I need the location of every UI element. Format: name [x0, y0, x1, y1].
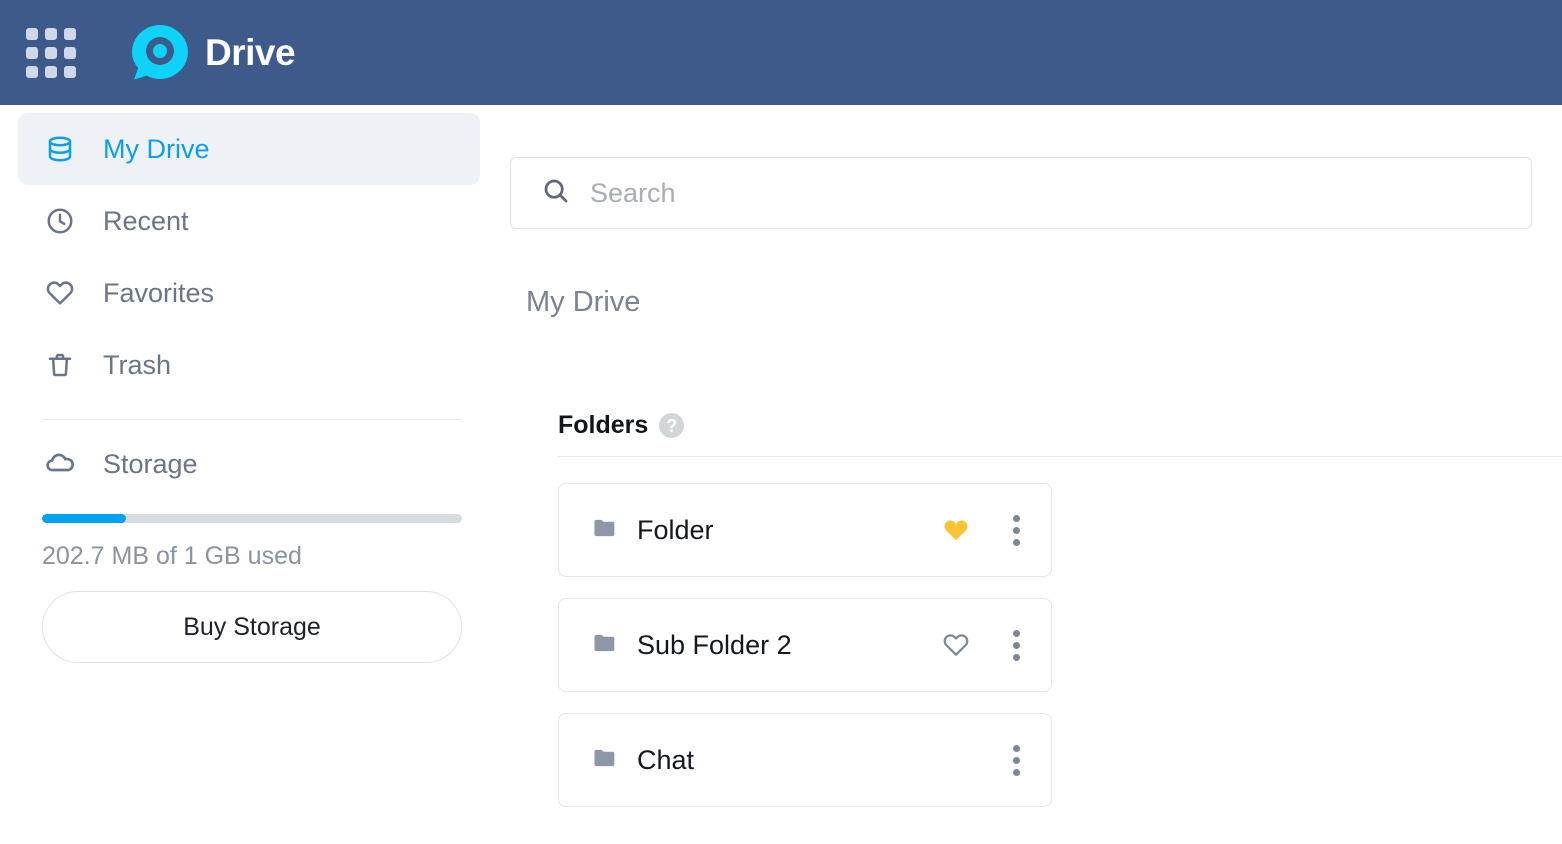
database-icon: [44, 133, 76, 165]
heart-icon: [44, 277, 76, 309]
search-bar[interactable]: [510, 157, 1532, 229]
kebab-dot: [1012, 756, 1020, 764]
grid-dot: [45, 46, 57, 59]
kebab-menu-icon[interactable]: [1003, 743, 1029, 777]
storage-label: Storage: [103, 448, 198, 479]
sidebar-item-label: Favorites: [103, 277, 215, 308]
cloud-icon: [44, 448, 76, 480]
sidebar-item-label: Trash: [103, 349, 172, 380]
sidebar-item-label: Recent: [103, 205, 189, 236]
folder-icon: [591, 514, 619, 547]
grid-dot: [26, 27, 38, 40]
breadcrumb[interactable]: My Drive: [526, 288, 640, 317]
folder-card[interactable]: Folder: [558, 483, 1052, 577]
main-content: My Drive Folders ? Folder: [504, 105, 1562, 844]
kebab-menu-icon[interactable]: [1003, 513, 1029, 547]
sidebar: My Drive Recent Favorites Trash Storage …: [0, 105, 504, 663]
section-title: Folders: [558, 411, 649, 439]
app-title: Drive: [205, 32, 296, 73]
folder-card[interactable]: Chat: [558, 713, 1052, 807]
app-header: Drive: [0, 0, 1562, 105]
kebab-dot: [1012, 629, 1020, 637]
grid-dot: [64, 65, 76, 78]
kebab-dot: [1012, 768, 1020, 776]
kebab-dot: [1012, 653, 1020, 661]
grid-dot: [26, 65, 38, 78]
kebab-dot: [1012, 538, 1020, 546]
grid-dot: [26, 46, 38, 59]
drive-bubble-logo: [132, 24, 188, 80]
help-question-icon[interactable]: ?: [659, 413, 685, 438]
kebab-dot: [1012, 514, 1020, 522]
search-icon: [541, 176, 571, 211]
apps-grid-icon[interactable]: [26, 27, 76, 78]
kebab-dot: [1012, 744, 1020, 752]
folders-section-header: Folders ?: [558, 413, 1562, 438]
folder-icon: [591, 629, 619, 662]
folder-name: Folder: [637, 516, 714, 544]
storage-usage-text: 202.7 MB of 1 GB used: [42, 542, 302, 570]
sidebar-divider: [42, 419, 462, 420]
sidebar-item-my-drive[interactable]: My Drive: [18, 113, 480, 185]
favorite-heart-icon[interactable]: [939, 628, 973, 662]
clock-icon: [44, 205, 76, 237]
folder-name: Chat: [637, 746, 695, 774]
folder-card[interactable]: Sub Folder 2: [558, 598, 1052, 692]
folders-section: Folders ? Folder Sub Folder 2 Chat: [558, 413, 1562, 807]
kebab-dot: [1012, 641, 1020, 649]
sidebar-item-storage[interactable]: Storage: [18, 428, 480, 500]
kebab-dot: [1012, 526, 1020, 534]
favorite-heart-icon[interactable]: [939, 513, 973, 547]
grid-dot: [64, 27, 76, 40]
trash-icon: [44, 349, 76, 381]
storage-progress-bar: [42, 514, 462, 523]
grid-dot: [64, 46, 76, 59]
sidebar-item-favorites[interactable]: Favorites: [18, 257, 480, 329]
folder-name: Sub Folder 2: [637, 631, 792, 659]
kebab-menu-icon[interactable]: [1003, 628, 1029, 662]
brand[interactable]: Drive: [128, 21, 296, 85]
search-input[interactable]: [590, 177, 1531, 209]
grid-dot: [45, 27, 57, 40]
sidebar-item-label: My Drive: [103, 133, 210, 164]
folders-grid: Folder Sub Folder 2 Chat: [558, 483, 1562, 807]
sidebar-item-trash[interactable]: Trash: [18, 329, 480, 401]
grid-dot: [45, 65, 57, 78]
folder-icon: [591, 744, 619, 777]
storage-progress-fill: [42, 514, 126, 523]
sidebar-item-recent[interactable]: Recent: [18, 185, 480, 257]
section-divider: [558, 456, 1562, 457]
buy-storage-button[interactable]: Buy Storage: [42, 591, 462, 663]
